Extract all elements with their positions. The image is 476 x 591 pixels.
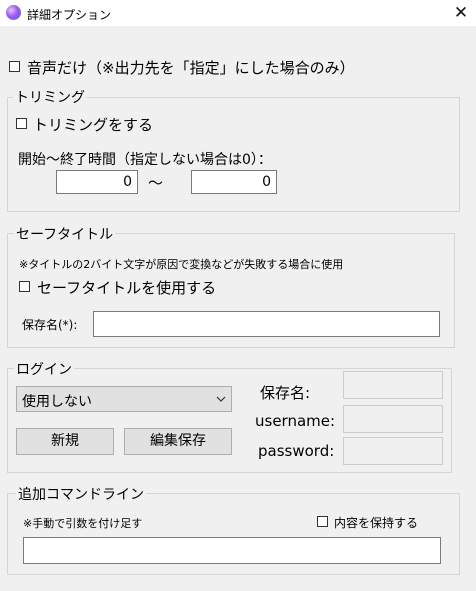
extra-cmd-note: ※手動で引数を付け足す [23,517,143,530]
login-group-label: ログイン [14,359,74,379]
keep-content-label[interactable]: 内容を保持する [334,514,418,531]
safe-save-name-label: 保存名(*): [22,318,78,332]
safe-title-group-label: セーフタイトル [14,224,116,244]
start-time-input[interactable]: 0 [56,170,138,194]
end-time-input[interactable]: 0 [191,170,277,194]
keep-content-checkbox[interactable] [317,516,328,527]
app-icon [6,5,21,20]
extra-cmd-group-label: 追加コマンドライン [16,484,146,504]
safe-save-name-input[interactable] [93,311,440,337]
password-label: password: [258,442,335,460]
trimming-enable-label[interactable]: トリミングをする [33,114,153,135]
extra-cmd-input[interactable] [23,537,441,564]
audio-only-label[interactable]: 音声だけ（※出力先を「指定」にした場合のみ） [27,57,355,78]
username-label: username: [255,412,336,430]
login-select[interactable]: 使用しない [16,386,232,412]
time-separator: ～ [148,174,164,192]
login-save-name-label: 保存名: [260,384,311,402]
trimming-group-label: トリミング [13,87,87,107]
trimming-time-label: 開始～終了時間（指定しない場合は0）： [18,152,272,168]
window-title: 詳細オプション [27,8,112,22]
safe-title-note: ※タイトルの2バイト文字が原因で変換などが失敗する場合に使用 [19,258,344,271]
new-button[interactable]: 新規 [16,428,114,455]
edit-save-button[interactable]: 編集保存 [124,428,232,455]
close-button[interactable]: ✕ [446,0,476,26]
login-save-name-input [343,371,443,399]
trimming-checkbox[interactable] [16,118,27,129]
chevron-down-icon [216,396,226,402]
safe-title-checkbox[interactable] [19,281,30,292]
login-select-value: 使用しない [22,394,92,410]
audio-only-checkbox[interactable] [9,61,20,72]
password-input [343,437,443,465]
username-input [343,405,443,433]
safe-title-use-label[interactable]: セーフタイトルを使用する [37,277,216,298]
